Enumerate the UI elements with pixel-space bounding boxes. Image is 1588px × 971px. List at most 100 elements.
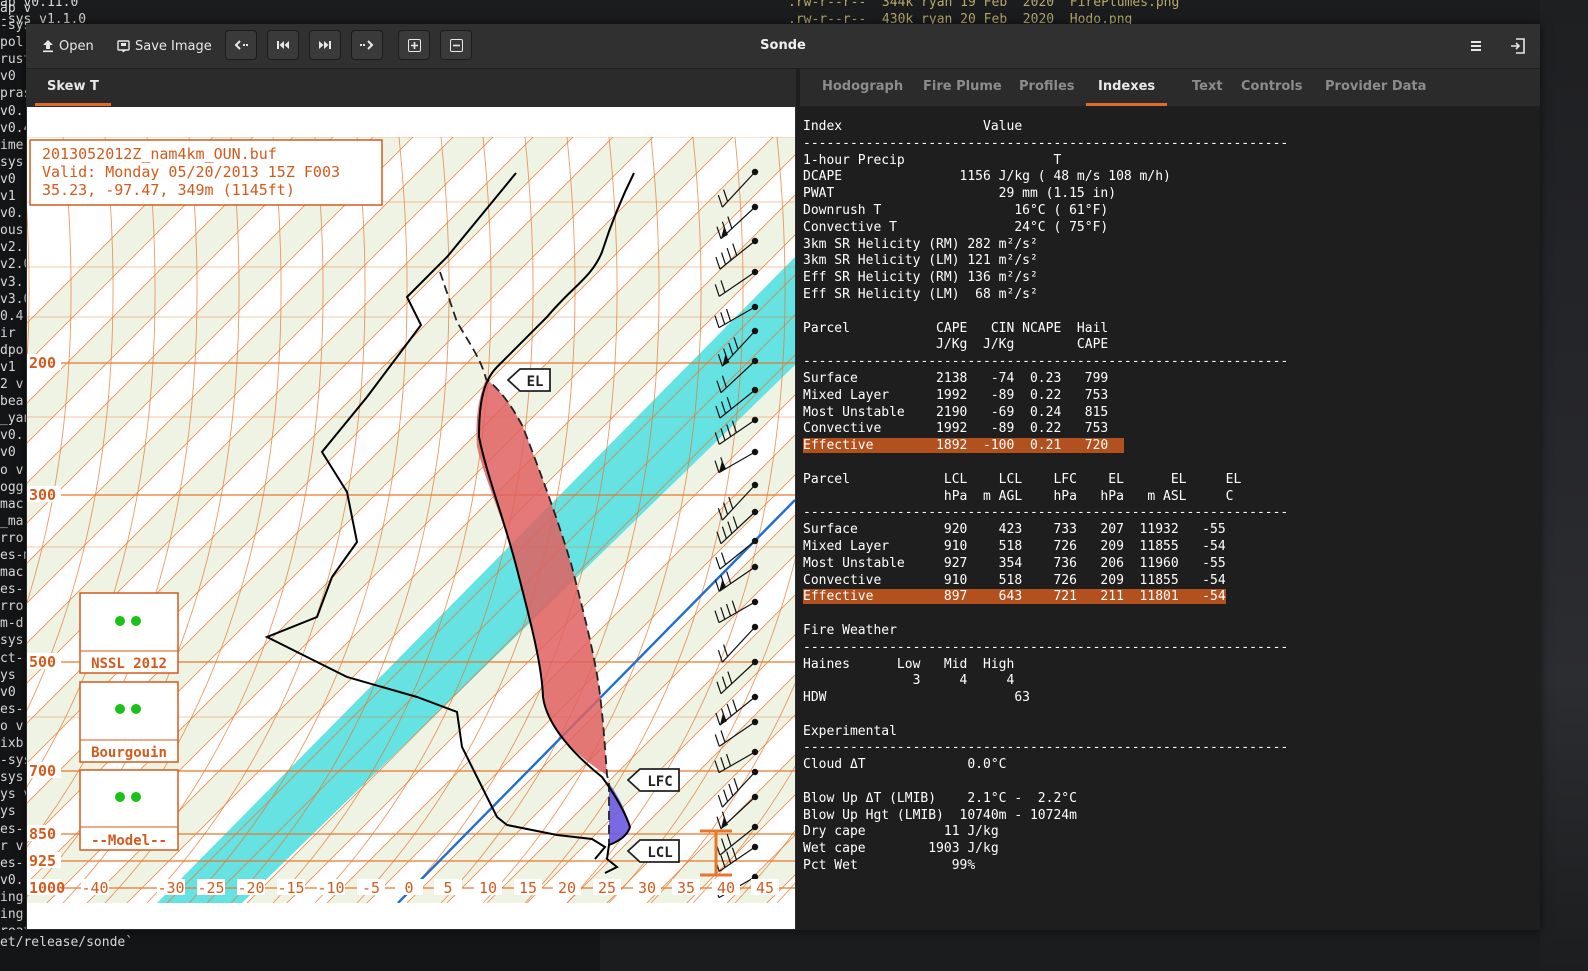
tab-skew-t[interactable]: Skew T bbox=[35, 69, 111, 106]
experimental-row: Pct Wet 99% bbox=[803, 858, 976, 874]
parcel-row: Convective 1992 -89 0.22 753 bbox=[803, 421, 1109, 437]
terminal-background-bottom: et/release/sonde` bbox=[0, 930, 600, 971]
precip-label-model: --Model-- bbox=[91, 833, 167, 849]
minus-box-icon bbox=[449, 38, 463, 52]
precip-box-model: --Model-- bbox=[79, 769, 179, 851]
open-label: Open bbox=[59, 38, 94, 54]
index-row: Convective T 24°C ( 75°F) bbox=[803, 219, 1109, 235]
temperature-label: -40 bbox=[81, 879, 108, 897]
tab-indexes[interactable]: Indexes bbox=[1085, 69, 1168, 106]
index-row: 3km SR Helicity (RM) 282 m²/s² bbox=[803, 236, 1038, 252]
zoom-out-button[interactable] bbox=[440, 30, 472, 60]
temperature-label: 5 bbox=[443, 879, 452, 897]
left-tab-bar: Skew T bbox=[26, 69, 796, 106]
first-button[interactable] bbox=[267, 30, 299, 60]
parcel-header: Parcel CAPE CIN NCAPE Hail bbox=[803, 320, 1109, 336]
info-valid: Valid: Monday 05/20/2013 15Z F003 bbox=[42, 163, 340, 181]
separator: ----------------------------------------… bbox=[803, 354, 1289, 370]
separator: ----------------------------------------… bbox=[803, 135, 1289, 151]
pressure-label: 200 bbox=[29, 354, 56, 372]
save-image-button[interactable]: Save Image bbox=[117, 32, 212, 60]
zoom-in-button[interactable] bbox=[398, 30, 430, 60]
el-label: EL bbox=[527, 374, 544, 390]
right-tab-bar: Hodograph Fire Plume Profiles Indexes Te… bbox=[800, 69, 1540, 107]
tab-fire-plume[interactable]: Fire Plume bbox=[923, 69, 1002, 106]
upload-icon bbox=[43, 40, 53, 53]
save-icon bbox=[117, 39, 130, 52]
last-button[interactable] bbox=[309, 30, 341, 60]
pressure-label: 300 bbox=[29, 486, 56, 504]
indexes-text: Index Value ----------------------------… bbox=[803, 119, 1288, 875]
lcl-row: Convective 910 518 726 209 11855 -54 bbox=[803, 572, 1226, 588]
tab-text[interactable]: Text bbox=[1192, 69, 1223, 106]
info-location: 35.23, -97.47, 349m (1145ft) bbox=[42, 181, 295, 199]
temperature-label: -5 bbox=[362, 879, 380, 897]
haines-header: Haines Low Mid High bbox=[803, 656, 1015, 672]
lcl-row-effective-highlighted: Effective 897 643 721 211 11801 -54 bbox=[803, 589, 1226, 605]
lcl-marker: LCL bbox=[626, 839, 680, 863]
parcel-units: J/Kg J/Kg CAPE bbox=[803, 337, 1109, 353]
precip-box-bourgouin: Bourgouin bbox=[79, 681, 179, 763]
save-image-label: Save Image bbox=[135, 38, 212, 54]
open-button[interactable]: Open bbox=[42, 32, 94, 60]
lcl-row: Mixed Layer 910 518 726 209 11855 -54 bbox=[803, 538, 1226, 554]
experimental-title: Experimental bbox=[803, 723, 897, 739]
temperature-label: 20 bbox=[558, 879, 576, 897]
menu-button[interactable] bbox=[1466, 36, 1486, 56]
lfc-marker: LFC bbox=[626, 768, 680, 792]
parcel-row: Surface 2138 -74 0.23 799 bbox=[803, 370, 1109, 386]
temperature-label: -15 bbox=[277, 879, 304, 897]
step-back-icon bbox=[234, 40, 248, 50]
lfc-label: LFC bbox=[647, 774, 672, 790]
quit-button[interactable] bbox=[1508, 36, 1528, 56]
separator: ----------------------------------------… bbox=[803, 740, 1289, 756]
experimental-row: Dry cape 11 J/kg bbox=[803, 824, 999, 840]
temperature-label: 15 bbox=[519, 879, 537, 897]
lcl-units: hPa m AGL hPa hPa m ASL C bbox=[803, 488, 1234, 504]
skip-end-icon bbox=[319, 41, 331, 49]
tab-controls[interactable]: Controls bbox=[1241, 69, 1302, 106]
index-row: DCAPE 1156 J/kg ( 48 m/s 108 m/h) bbox=[803, 169, 1171, 185]
index-row: PWAT 29 mm (1.15 in) bbox=[803, 186, 1117, 202]
lcl-row: Surface 920 423 733 207 11932 -55 bbox=[803, 522, 1226, 538]
skew-t-diagram: 2003005007008509251000 -40 -30 -25 -20 -15 -1… bbox=[27, 107, 795, 929]
tab-hodograph[interactable]: Hodograph bbox=[822, 69, 903, 106]
info-file: 2013052012Z_nam4km_OUN.buf bbox=[42, 145, 277, 163]
temperature-label: -30 bbox=[157, 879, 184, 897]
plus-box-icon bbox=[407, 38, 421, 52]
indexes-panel[interactable]: Index Value ----------------------------… bbox=[800, 107, 1540, 930]
terminal-background-top: ap v0.11.0 -sys v1.1.0 bbox=[0, 0, 87, 24]
next-button[interactable] bbox=[351, 30, 383, 60]
hdw-row: HDW 63 bbox=[803, 690, 1030, 706]
separator: ----------------------------------------… bbox=[803, 505, 1289, 521]
haines-values: 3 4 4 bbox=[803, 673, 1015, 689]
index-header: Index Value bbox=[803, 119, 1023, 134]
experimental-row: Cloud ΔT 0.0°C bbox=[803, 757, 1007, 773]
pressure-label: 850 bbox=[29, 825, 56, 843]
temperature-label: 10 bbox=[479, 879, 497, 897]
precip-label-nssl: NSSL 2012 bbox=[91, 656, 167, 672]
lcl-label: LCL bbox=[647, 845, 672, 861]
sonde-window: Open Save Image Sonde Skew T 200 300 500… bbox=[26, 24, 1540, 930]
index-row: Eff SR Helicity (RM) 136 m²/s² bbox=[803, 270, 1038, 286]
separator: ----------------------------------------… bbox=[803, 639, 1289, 655]
tab-profiles[interactable]: Profiles bbox=[1019, 69, 1075, 106]
experimental-row: Wet cape 1903 J/kg bbox=[803, 841, 999, 857]
temperature-label: -10 bbox=[317, 879, 344, 897]
tab-provider-data[interactable]: Provider Data bbox=[1325, 69, 1426, 106]
skew-t-panel[interactable]: 200 300 500 700 850 925 1000 -40 -30 -25 -20 -15 -1… bbox=[27, 107, 795, 929]
experimental-row: Blow Up Hgt (LMIB) 10740m - 10724m bbox=[803, 807, 1077, 823]
hamburger-menu-icon bbox=[1471, 41, 1481, 51]
pressure-label: 1000 bbox=[29, 879, 65, 897]
temperature-label: 35 bbox=[677, 879, 695, 897]
previous-button[interactable] bbox=[225, 30, 257, 60]
parcel-row-effective-highlighted: Effective 1892 -100 0.21 720 bbox=[803, 438, 1124, 454]
parcel-row: Most Unstable 2190 -69 0.24 815 bbox=[803, 404, 1109, 420]
pressure-label: 925 bbox=[29, 852, 56, 870]
index-row: Eff SR Helicity (LM) 68 m²/s² bbox=[803, 286, 1038, 302]
experimental-row: Blow Up ΔT (LMIB) 2.1°C - 2.2°C bbox=[803, 790, 1077, 806]
temperature-label: -25 bbox=[197, 879, 224, 897]
temperature-label: 30 bbox=[638, 879, 656, 897]
step-forward-icon bbox=[360, 40, 374, 50]
lcl-header: Parcel LCL LCL LFC EL EL EL bbox=[803, 471, 1242, 487]
